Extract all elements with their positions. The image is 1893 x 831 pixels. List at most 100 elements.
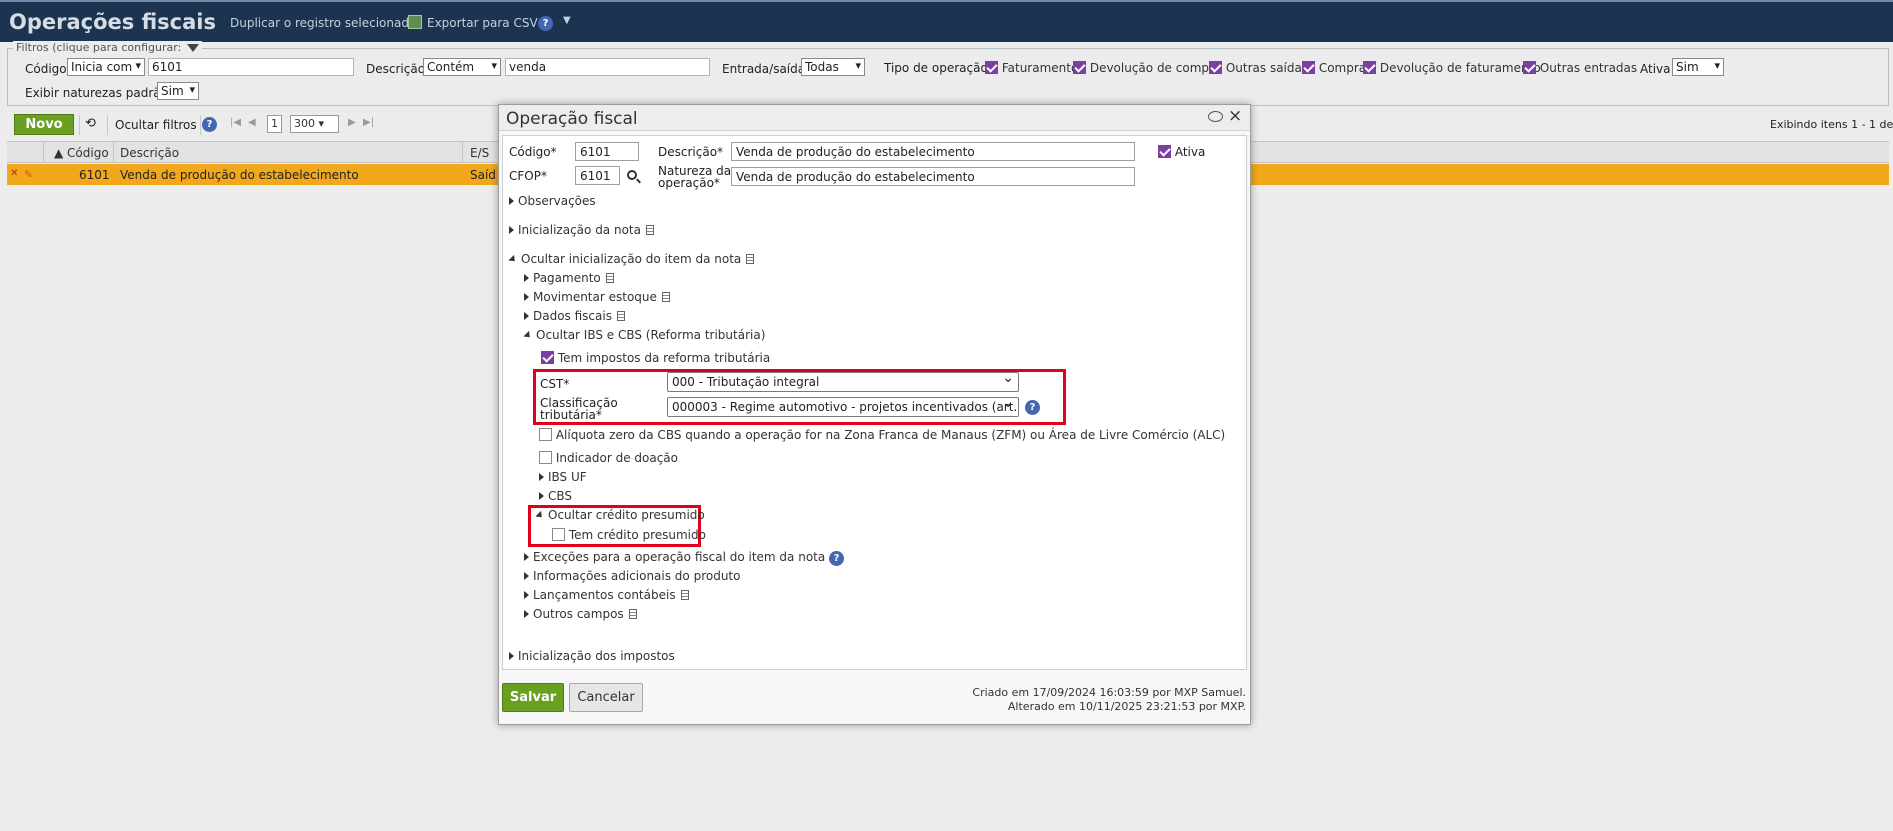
last-page-icon[interactable]: ▶| [363,117,374,128]
checkbox-icon[interactable] [1363,61,1376,74]
first-page-icon[interactable]: |◀ [230,117,241,128]
column-header-codigo[interactable]: ▲ Código [54,146,109,160]
entrada-saida-select[interactable]: Todas [801,58,865,76]
checkbox-icon[interactable] [552,528,565,541]
section-ocultar-credito[interactable]: Ocultar crédito presumido [535,508,705,522]
expand-icon [524,293,529,301]
close-icon[interactable]: × [1228,106,1242,126]
section-inicializacao-impostos[interactable]: Inicialização dos impostos [509,649,675,663]
codigo-field[interactable]: 6101 [575,142,639,161]
section-ibs-uf[interactable]: IBS UF [539,470,587,484]
section-ocultar-ibs-cbs[interactable]: Ocultar IBS e CBS (Reforma tributária) [523,328,765,342]
checkbox-icon[interactable] [539,451,552,464]
tipo-outras-saidas-checkbox[interactable]: Outras saídas [1209,61,1308,75]
help-icon[interactable]: ? [202,117,217,132]
operacao-fiscal-dialog: Operação fiscal × Código* 6101 Descrição… [498,104,1251,725]
checkbox-icon[interactable] [1302,61,1315,74]
dialog-header: Operação fiscal × [499,105,1250,131]
section-cbs[interactable]: CBS [539,489,572,503]
indicador-doacao-checkbox[interactable]: Indicador de doação [539,451,678,465]
document-icon [605,273,614,283]
collapse-icon [535,510,545,521]
tipo-devolucao-faturamento-checkbox[interactable]: Devolução de faturamento [1363,61,1541,75]
document-icon [746,254,755,264]
page-size-select[interactable]: 300 ▾ [290,115,339,133]
document-icon [661,292,670,302]
toolbar-divider [107,115,108,135]
section-outros-campos[interactable]: Outros campos [524,607,637,621]
section-dados-fiscais[interactable]: Dados fiscais [524,309,625,323]
document-icon [616,311,625,321]
row-es: Saíd [470,168,496,182]
section-movimentar-estoque[interactable]: Movimentar estoque [524,290,670,304]
checkbox-icon[interactable] [1209,61,1222,74]
section-inicializacao-nota[interactable]: Inicialização da nota [509,223,654,237]
tipo-compra-checkbox[interactable]: Compra [1302,61,1366,75]
tipo-faturamento-checkbox[interactable]: Faturamento [985,61,1078,75]
column-divider [462,142,463,163]
expand-icon [524,312,529,320]
tem-credito-checkbox[interactable]: Tem crédito presumido [552,528,706,542]
prev-page-icon[interactable]: ◀ [248,117,256,128]
page-title: Operações fiscais [9,10,216,34]
checkbox-icon[interactable] [539,428,552,441]
section-ocultar-item[interactable]: Ocultar inicialização do item da nota [508,252,755,266]
cst-select[interactable]: 000 - Tributação integral [667,372,1019,392]
toolbar-divider [79,115,80,135]
refresh-icon[interactable]: ⟲ [85,116,96,131]
page-number-input[interactable]: 1 [267,115,282,133]
help-icon[interactable]: ? [829,551,845,566]
salvar-button[interactable]: Salvar [502,683,564,712]
toolbar-divider [200,115,201,135]
row-codigo: 6101 [79,168,110,182]
grid-status-text: Exibindo itens 1 - 1 de [1770,118,1893,131]
column-header-es[interactable]: E/S [470,146,489,160]
search-icon[interactable] [627,170,637,180]
section-informacoes-produto[interactable]: Informações adicionais do produto [524,569,740,583]
next-page-icon[interactable]: ▶ [348,117,356,128]
cfop-field[interactable]: 6101 [575,166,620,185]
ocultar-filtros-button[interactable]: Ocultar filtros [115,118,197,132]
descricao-filter-input[interactable]: venda [505,58,710,76]
comment-icon[interactable] [1208,111,1223,122]
tipo-outras-entradas-checkbox[interactable]: Outras entradas [1523,61,1637,75]
delete-icon[interactable]: ✕ [10,168,18,179]
exibir-naturezas-select[interactable]: Sim [157,82,199,100]
dialog-body: Código* 6101 Descrição* Venda de produçã… [502,135,1247,670]
edit-icon[interactable]: ✎ [24,168,33,181]
codigo-operator-select[interactable]: Inicia com [67,58,145,76]
checkbox-icon[interactable] [541,351,554,364]
ativa-filter-select[interactable]: Sim [1672,58,1724,76]
checkbox-icon[interactable] [985,61,998,74]
cfop-label: CFOP* [509,169,547,183]
descricao-operator-select[interactable]: Contém [423,58,501,76]
help-icon[interactable]: ? [538,16,553,31]
column-header-descricao[interactable]: Descrição [120,146,179,160]
ativa-checkbox[interactable]: Ativa [1158,145,1205,158]
expand-icon [509,197,514,205]
duplicate-record-button[interactable]: Duplicar o registro selecionado [230,16,416,30]
checkbox-icon[interactable] [1523,61,1536,74]
chevron-down-icon[interactable]: ▼ [563,15,571,26]
section-excecoes[interactable]: Exceções para a operação fiscal do item … [524,550,845,566]
filters-legend[interactable]: Filtros (clique para configurar: [13,41,202,54]
aliquota-zero-checkbox[interactable]: Alíquota zero da CBS quando a operação f… [539,428,1225,442]
descricao-field[interactable]: Venda de produção do estabelecimento [731,142,1135,161]
tipo-devolucao-compra-checkbox[interactable]: Devolução de compra [1073,61,1221,75]
cancelar-button[interactable]: Cancelar [569,683,643,712]
section-lancamentos-contabeis[interactable]: Lançamentos contábeis [524,588,689,602]
checkbox-icon[interactable] [1158,145,1171,158]
codigo-filter-input[interactable]: 6101 [148,58,354,76]
section-observacoes[interactable]: Observações [509,194,596,208]
help-icon[interactable]: ? [1025,400,1040,415]
novo-button[interactable]: Novo [14,114,74,135]
section-pagamento[interactable]: Pagamento [524,271,614,285]
created-info: Criado em 17/09/2024 16:03:59 por MXP Sa… [972,686,1246,699]
tem-impostos-checkbox[interactable]: Tem impostos da reforma tributária [541,351,770,365]
natureza-field[interactable]: Venda de produção do estabelecimento [731,167,1135,186]
expand-icon [539,473,544,481]
classificacao-select[interactable]: 000003 - Regime automotivo - projetos in… [667,397,1019,417]
checkbox-icon[interactable] [1073,61,1086,74]
export-csv-button[interactable]: Exportar para CSV [427,16,538,30]
expand-icon [524,274,529,282]
